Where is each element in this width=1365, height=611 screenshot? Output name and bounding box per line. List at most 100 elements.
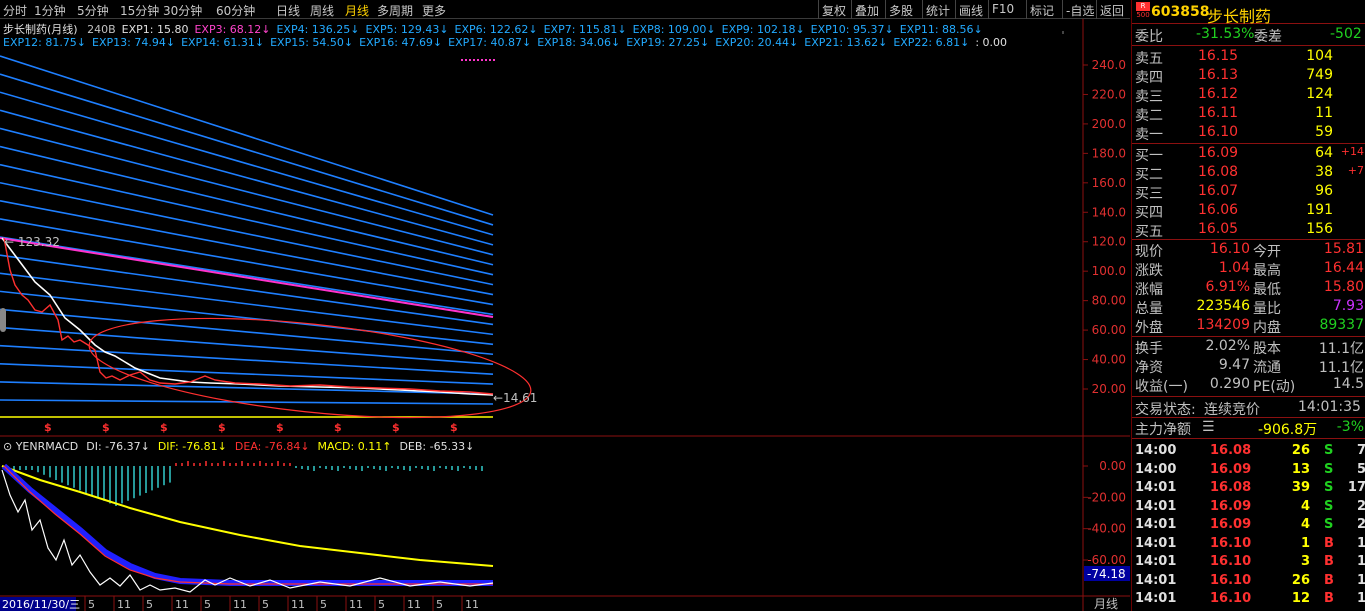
bid-row[interactable]: 买一 16.09 64 +14 [1132, 144, 1365, 164]
dif-band [1, 463, 493, 586]
stat-value: 14.5 [1332, 376, 1364, 392]
main-net-value: -906.8万 [1258, 422, 1318, 438]
period-tab[interactable]: 多周期 [377, 2, 413, 19]
weicha-value: -502 [1330, 26, 1362, 42]
tick-volume: 26 [1291, 443, 1310, 458]
main-net-row[interactable]: 主力净额 ☰ -906.8万 -3% [1132, 418, 1365, 438]
tick-volume: 4 [1300, 517, 1310, 532]
bid-price: 16.06 [1198, 202, 1239, 218]
tick-price: 16.09 [1210, 461, 1252, 477]
main-axis-tick: 220.0 [1092, 87, 1126, 101]
stat-label: 最低 [1253, 282, 1281, 298]
stat-value: 2.02% [1205, 338, 1250, 354]
period-tab[interactable]: 30分钟 [163, 2, 202, 19]
weibi-row: 委比 -31.53% 委差 -502 [1132, 25, 1365, 45]
bid-label: 买五 [1135, 224, 1163, 240]
sub-param: DIF: -76.81↓ [158, 440, 227, 453]
toolbar-button[interactable]: 复权 [822, 2, 846, 19]
toolbar-button[interactable]: 返回 [1100, 2, 1124, 19]
sub-axis-tick: 0.00 [1099, 459, 1126, 473]
tick-time: 14:01 [1135, 498, 1177, 514]
period-tab[interactable]: 15分钟 [120, 2, 159, 19]
ask-row[interactable]: 卖三 16.12 124 [1132, 85, 1365, 105]
tick-row: 14:00 16.09 13 S 5 [1132, 461, 1365, 479]
stat-label: 量比 [1253, 301, 1281, 317]
indicator-param: EXP19: 27.25↓ [626, 36, 710, 49]
stat-label: 股本 [1253, 341, 1281, 357]
indicator-param: : 0.00 [975, 36, 1008, 49]
stat-row: 总量 223546 量比 7.93 [1132, 297, 1365, 317]
period-tab[interactable]: 周线 [310, 2, 334, 19]
ask-row[interactable]: 卖一 16.10 59 [1132, 123, 1365, 143]
x-tick: 11 [233, 598, 247, 611]
main-net-label: 主力净额 [1135, 422, 1191, 438]
main-axis-tick: 240.0 [1092, 58, 1126, 72]
sub-param: MACD: 0.11↑ [318, 440, 392, 453]
ask-row[interactable]: 卖四 16.13 749 [1132, 66, 1365, 86]
ask-row[interactable]: 卖二 16.11 11 [1132, 104, 1365, 124]
stat-label: 换手 [1135, 341, 1163, 357]
bid-price: 16.09 [1198, 145, 1239, 161]
ask-volume: 749 [1306, 67, 1333, 83]
indicator-param: EXP6: 122.62↓ [454, 23, 538, 36]
period-tab[interactable]: 60分钟 [216, 2, 255, 19]
tick-count: 1 [1356, 572, 1365, 588]
signal-marker: $ [392, 421, 400, 434]
toolbar-button[interactable]: 叠加 [855, 2, 879, 19]
bid-row[interactable]: 买五 16.05 156 [1132, 220, 1365, 240]
bid-change: +14 [1340, 145, 1364, 158]
indicator-param: 240B [87, 23, 116, 36]
x-tick: 5 [320, 598, 327, 611]
tick-count: 7 [1356, 443, 1365, 458]
stat-label: 外盘 [1135, 320, 1163, 336]
indicator-param: EXP12: 81.75↓ [3, 36, 87, 49]
period-tab[interactable]: 5分钟 [77, 2, 109, 19]
stat-label: 总量 [1135, 301, 1163, 317]
period-tab[interactable]: 月线 [345, 2, 369, 19]
toolbar-button[interactable]: 多股 [889, 2, 913, 19]
bid-row[interactable]: 买二 16.08 38 +7 [1132, 163, 1365, 183]
ask-row[interactable]: 卖五 16.15 104 [1132, 47, 1365, 67]
tick-direction: S [1324, 517, 1334, 532]
stat-value: 11.1亿 [1318, 341, 1364, 357]
signal-marker: $ [276, 421, 284, 434]
tick-count: 2 [1356, 517, 1365, 532]
toolbar-button[interactable]: -自选 [1066, 2, 1094, 19]
exp3-line [0, 237, 494, 318]
ask-price: 16.10 [1198, 124, 1239, 140]
kline-chart[interactable]: 240.0 220.0 200.0 180.0 160.0 140.0 120.0 100.0… [0, 0, 1130, 611]
period-tab[interactable]: 1分钟 [34, 2, 66, 19]
toolbar-button[interactable]: 画线 [959, 2, 983, 19]
ask-volume: 104 [1306, 48, 1333, 64]
side-tab[interactable] [0, 308, 6, 332]
tick-volume: 26 [1291, 572, 1310, 588]
tick-count: 5 [1356, 461, 1365, 477]
period-tab[interactable]: 更多 [422, 2, 446, 19]
toolbar-button[interactable]: 标记 [1030, 2, 1054, 19]
ask-volume: 59 [1315, 124, 1333, 140]
sub-param: DEB: -65.33↓ [399, 440, 474, 453]
quote-panel: R 500 603858 步长制药 委比 -31.53% 委差 -502 卖五 16.15… [1131, 0, 1365, 611]
tick-price: 16.08 [1210, 443, 1252, 458]
main-axis-tick: 160.0 [1092, 176, 1126, 190]
bid-row[interactable]: 买三 16.07 96 [1132, 182, 1365, 202]
bid-volume: 191 [1306, 202, 1333, 218]
trade-status-label: 交易状态: [1135, 402, 1196, 418]
tick-row: 14:01 16.09 4 S 2 [1132, 498, 1365, 516]
bid-row[interactable]: 买四 16.06 191 [1132, 201, 1365, 221]
toolbar-button[interactable]: 统计 [926, 2, 950, 19]
toolbar-button[interactable]: F10 [992, 2, 1014, 16]
tick-row: 14:01 16.10 3 B 1 [1132, 553, 1365, 571]
period-tab[interactable]: 日线 [276, 2, 300, 19]
tick-volume: 1 [1300, 535, 1310, 551]
stat-value: 134209 [1196, 317, 1250, 333]
x-tick: 11 [291, 598, 305, 611]
main-axis-tick: 60.00 [1092, 323, 1126, 337]
period-label[interactable]: 月线 [1094, 597, 1118, 611]
stat-row: 换手 2.02% 股本 11.1亿 [1132, 337, 1365, 357]
tick-price: 16.10 [1210, 535, 1252, 551]
sub-indicator-name: ⊙ YENRMACD [3, 440, 78, 453]
period-tab[interactable]: 分时 [3, 2, 27, 19]
main-axis-tick: 100.0 [1092, 264, 1126, 278]
indicator-param: EXP10: 95.37↓ [810, 23, 894, 36]
